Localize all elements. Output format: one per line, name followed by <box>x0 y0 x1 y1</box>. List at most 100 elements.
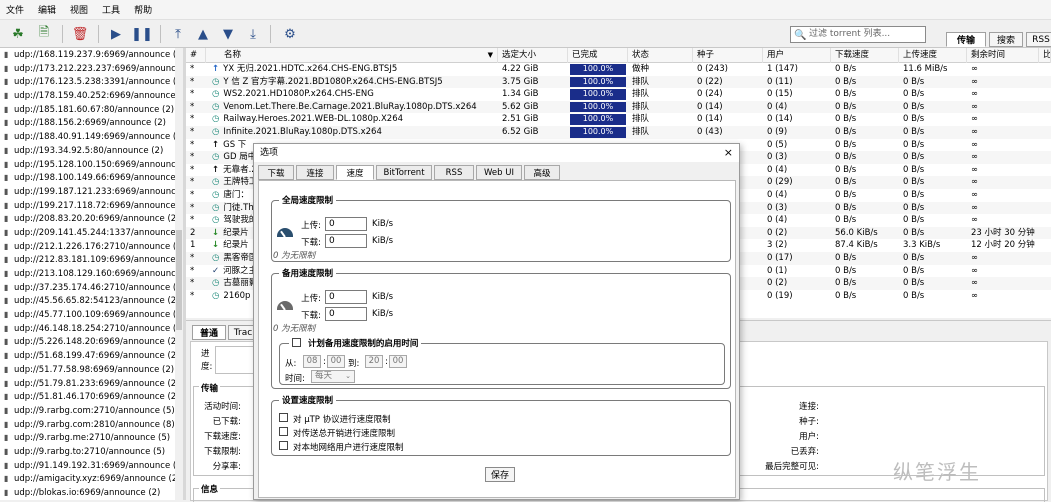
tracker-item[interactable]: ▮ udp://188.40.91.149:6969/announce (2) <box>0 130 182 144</box>
tab-advanced[interactable]: 高级 <box>524 165 560 180</box>
menu-edit[interactable]: 编辑 <box>38 3 56 16</box>
table-row[interactable]: * ◷ Venom.Let.There.Be.Carnage.2021.BluRay… <box>186 100 1051 114</box>
tracker-item[interactable]: ▮ udp://176.123.5.238:3391/announce (2) <box>0 75 182 89</box>
lan-limit-checkbox[interactable] <box>279 441 288 450</box>
col-up-speed[interactable]: 上传速度 <box>899 48 967 63</box>
overhead-limit-checkbox[interactable] <box>279 427 288 436</box>
to-hour[interactable]: 20 <box>365 355 383 368</box>
tracker-item[interactable]: ▮ udp://37.235.174.46:2710/announce (2) <box>0 281 182 295</box>
move-top-icon[interactable]: ⤒ <box>168 24 188 44</box>
tracker-item[interactable]: ▮ udp://212.83.181.109:6969/announce (2) <box>0 253 182 267</box>
tracker-item[interactable]: ▮ udp://199.217.118.72:6969/announce (2) <box>0 199 182 213</box>
tracker-item[interactable]: ▮ udp://188.156.2:6969/announce (2) <box>0 116 182 130</box>
move-bottom-icon[interactable]: ⤓ <box>243 24 263 44</box>
cell-num: 1 <box>190 240 196 251</box>
table-row[interactable]: * ◷ Infinite.2021.BluRay.1080p.DTS.x264 6.5… <box>186 126 1051 139</box>
menu-help[interactable]: 帮助 <box>134 3 152 16</box>
table-row[interactable]: * ◷ WS2.2021.HD1080P.x264.CHS-ENG 1.34 GiB 1… <box>186 88 1051 101</box>
menu-view[interactable]: 视图 <box>70 3 88 16</box>
move-down-icon[interactable]: ▼ <box>218 24 238 44</box>
cell-up: 0 B/s <box>903 76 925 87</box>
delete-icon[interactable]: 🗑 <box>70 24 90 44</box>
tracker-item[interactable]: ▮ udp://208.83.20.20:6969/announce (2) <box>0 212 182 226</box>
tracker-item[interactable]: ▮ udp://45.56.65.82:54123/announce (2) <box>0 294 182 308</box>
add-torrent-file-icon[interactable]: 🗎 <box>34 24 54 44</box>
resume-icon[interactable]: ▶ <box>106 24 126 44</box>
tracker-item[interactable]: ▮ udp://199.187.121.233:6969/announce (2) <box>0 185 182 199</box>
col-size[interactable]: 选定大小 <box>498 48 568 63</box>
cell-down: 0 B/s <box>835 253 857 263</box>
col-num[interactable]: # <box>186 48 206 63</box>
tab-downloads[interactable]: 下载 <box>258 165 294 180</box>
from-minute[interactable]: 00 <box>327 355 345 368</box>
cell-num: 2 <box>190 227 196 238</box>
tracker-item[interactable]: ▮ udp://173.212.223.237:6969/announce (2) <box>0 62 182 76</box>
tracker-item[interactable]: ▮ udp://178.159.40.252:6969/announce (2) <box>0 89 182 103</box>
add-link-icon[interactable]: ☘ <box>8 24 28 44</box>
col-down-speed[interactable]: 下载速度 <box>831 48 899 63</box>
tracker-item[interactable]: ▮ udp://9.rarbg.to:2710/announce (5) <box>0 445 182 459</box>
to-minute[interactable]: 00 <box>389 355 407 368</box>
dialog-titlebar[interactable]: 选项 × <box>254 144 739 162</box>
tracker-item[interactable]: ▮ udp://45.77.100.109:6969/announce (2) <box>0 308 182 322</box>
menu-file[interactable]: 文件 <box>6 3 24 16</box>
tab-rss[interactable]: RSS <box>1026 32 1051 47</box>
move-up-icon[interactable]: ▲ <box>193 24 213 44</box>
menu-tools[interactable]: 工具 <box>102 3 120 16</box>
tracker-item[interactable]: ▮ udp://212.1.226.176:2710/announce (2) <box>0 240 182 254</box>
col-done[interactable]: 已完成 <box>568 48 628 63</box>
close-icon[interactable]: × <box>724 146 733 160</box>
tracker-item[interactable]: ▮ udp://9.rarbg.com:2710/announce (5) <box>0 404 182 418</box>
tracker-item[interactable]: ▮ udp://91.149.192.31:6969/announce (2) <box>0 459 182 473</box>
tracker-item[interactable]: ▮ udp://9.rarbg.com:2810/announce (8) <box>0 418 182 432</box>
search-input[interactable]: 🔍 过滤 torrent 列表... <box>790 26 926 43</box>
alt-upload-input[interactable]: 0 <box>325 290 367 304</box>
tracker-item[interactable]: ▮ udp://51.68.199.47:6969/announce (2) <box>0 349 182 363</box>
tracker-item[interactable]: ▮ udp://168.119.237.9:6969/announce (2) <box>0 48 182 62</box>
utp-limit-checkbox[interactable] <box>279 413 288 422</box>
alt-download-input[interactable]: 0 <box>325 307 367 321</box>
when-select[interactable]: 每天 ⌄ <box>311 370 355 383</box>
tab-search[interactable]: 搜索 <box>989 32 1023 47</box>
tracker-item[interactable]: ▮ udp://193.34.92.5:80/announce (2) <box>0 144 182 158</box>
col-name[interactable]: 名称 ▼ <box>220 48 498 63</box>
tracker-item[interactable]: ▮ udp://51.81.46.170:6969/announce (2) <box>0 390 182 404</box>
upload-arrow-icon: ↑ <box>212 139 220 150</box>
save-button[interactable]: 保存 <box>485 467 515 482</box>
table-row[interactable]: * ◷ Railway.Heroes.2021.WEB-DL.1080p.X264 2… <box>186 113 1051 126</box>
tab-webui[interactable]: Web UI <box>476 165 522 180</box>
pause-icon[interactable]: ❚❚ <box>131 24 153 44</box>
tracker-item[interactable]: ▮ udp://185.181.60.67:80/announce (2) <box>0 103 182 117</box>
tracker-item[interactable]: ▮ udp://51.79.81.233:6969/announce (2) <box>0 377 182 391</box>
tracker-item[interactable]: ▮ udp://213.108.129.160:6969/announce (2) <box>0 267 182 281</box>
tracker-item[interactable]: ▮ udp://198.100.149.66:6969/announce (2) <box>0 171 182 185</box>
tab-connection[interactable]: 连接 <box>296 165 334 180</box>
tracker-icon: ▮ <box>4 145 9 155</box>
tracker-item[interactable]: ▮ udp://209.141.45.244:1337/announce (2) <box>0 226 182 240</box>
tab-rss-options[interactable]: RSS <box>434 165 474 180</box>
schedule-checkbox[interactable] <box>292 338 301 347</box>
col-ratio[interactable]: 比 <box>1039 48 1051 63</box>
col-eta[interactable]: 剩余时间 <box>967 48 1039 63</box>
tracker-scroll-thumb[interactable] <box>176 230 182 330</box>
tab-speed[interactable]: 速度 <box>336 165 374 180</box>
table-row[interactable]: * ◷ Y 信 Z 官方字幕.2021.BD1080P.x264.CHS-ENG.B… <box>186 75 1051 89</box>
tracker-item[interactable]: ▮ udp://46.148.18.254:2710/announce (2) <box>0 322 182 336</box>
tracker-item[interactable]: ▮ udp://5.226.148.20:6969/announce (2) <box>0 335 182 349</box>
tracker-item[interactable]: ▮ udp://195.128.100.150:6969/announce (2) <box>0 158 182 172</box>
tracker-item[interactable]: ▮ udp://9.rarbg.me:2710/announce (5) <box>0 431 182 445</box>
from-hour[interactable]: 08 <box>303 355 321 368</box>
gear-icon[interactable]: ⚙ <box>280 24 300 44</box>
tab-general[interactable]: 普通 <box>192 325 226 340</box>
tab-transfer[interactable]: 传输 <box>946 32 986 47</box>
col-peers[interactable]: 用户 <box>763 48 831 63</box>
tracker-item[interactable]: ▮ udp://amigacity.xyz:6969/announce (2) <box>0 472 182 486</box>
col-seeds[interactable]: 种子 <box>693 48 763 63</box>
global-download-input[interactable]: 0 <box>325 234 367 248</box>
tab-bittorrent[interactable]: BitTorrent <box>376 165 432 180</box>
table-row[interactable]: * ↑ YX 无归.2021.HDTC.x264.CHS-ENG.BTSJ5 4.22… <box>186 63 1051 76</box>
tracker-item[interactable]: ▮ udp://blokas.io:6969/announce (2) <box>0 486 182 500</box>
global-upload-input[interactable]: 0 <box>325 217 367 231</box>
col-status[interactable]: 状态 <box>628 48 693 63</box>
tracker-item[interactable]: ▮ udp://51.77.58.98:6969/announce (2) <box>0 363 182 377</box>
